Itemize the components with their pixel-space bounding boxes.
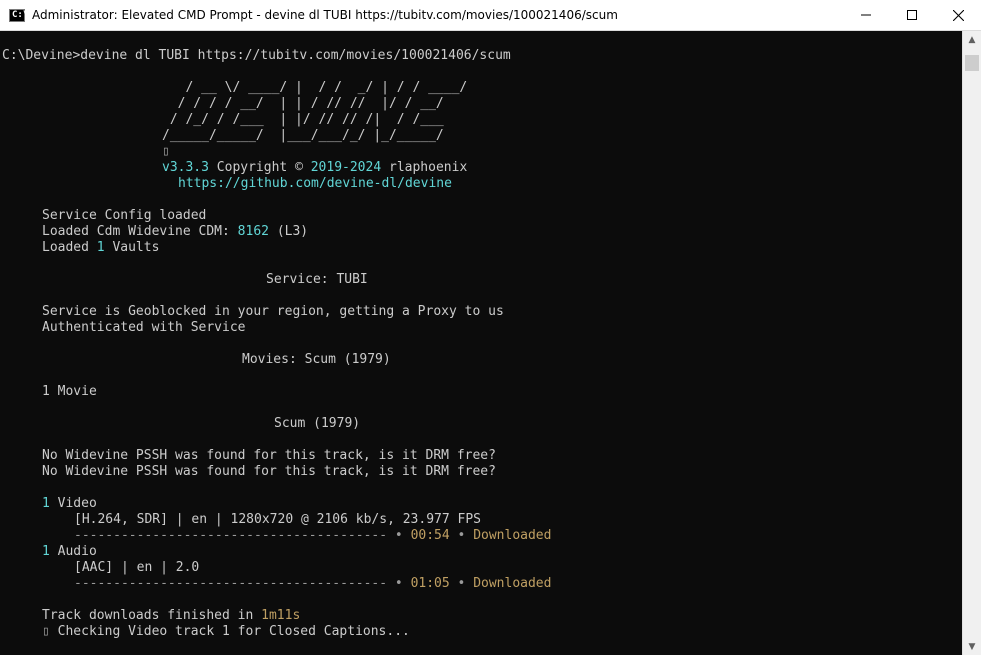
captions-text: Checking Video track 1 for Closed Captio… bbox=[57, 624, 410, 639]
console-output[interactable]: C:\Devine>devine dl TUBI https://tubitv.… bbox=[0, 31, 962, 655]
scrollbar-thumb[interactable] bbox=[965, 55, 979, 71]
audio-progress-line: ----------------------------------------… bbox=[74, 576, 551, 592]
vaults-line: Loaded 1 Vaults bbox=[42, 240, 159, 256]
pssh-warning-line: No Widevine PSSH was found for this trac… bbox=[42, 448, 496, 463]
close-button[interactable] bbox=[935, 0, 981, 30]
prompt-line: C:\Devine>devine dl TUBI https://tubitv.… bbox=[2, 48, 511, 63]
bullet-icon: • bbox=[457, 528, 466, 543]
video-track-count: 1 bbox=[42, 496, 50, 511]
finished-line: Track downloads finished in 1m11s bbox=[42, 608, 300, 624]
movie-count-line: 1 Movie bbox=[42, 384, 97, 399]
github-link[interactable]: https://github.com/devine-dl/devine bbox=[178, 176, 452, 192]
movies-heading: Movies: Scum (1979) bbox=[242, 352, 391, 367]
audio-track-detail: [AAC] | en | 2.0 bbox=[74, 560, 200, 575]
bullet-icon: • bbox=[394, 528, 403, 543]
service-heading: Service: TUBI bbox=[266, 272, 368, 287]
banner-glyph: ▯ bbox=[162, 144, 170, 159]
copyright-label: Copyright © bbox=[216, 160, 303, 175]
bullet-icon: • bbox=[457, 576, 466, 591]
vaults-prefix: Loaded bbox=[42, 240, 89, 255]
title-heading: Scum (1979) bbox=[274, 416, 361, 431]
video-track-header: 1 Video bbox=[42, 496, 97, 512]
video-download-time: 00:54 bbox=[410, 528, 450, 543]
cdm-line: Loaded Cdm Widevine CDM: 8162 (L3) bbox=[42, 224, 308, 240]
service-config-line: Service Config loaded bbox=[42, 208, 207, 223]
cdm-level: (L3) bbox=[276, 224, 309, 239]
audio-download-time: 01:05 bbox=[410, 576, 450, 591]
maximize-icon bbox=[907, 10, 917, 20]
vertical-scrollbar[interactable]: ▲ ▼ bbox=[962, 31, 981, 655]
banner-art-line: / / / / __/ | | / // // |/ / __/ bbox=[162, 96, 444, 111]
maximize-button[interactable] bbox=[889, 0, 935, 30]
bullet-icon: • bbox=[394, 576, 403, 591]
window-title: Administrator: Elevated CMD Prompt - dev… bbox=[32, 8, 618, 22]
scroll-up-icon[interactable]: ▲ bbox=[963, 31, 981, 48]
audio-track-header: 1 Audio bbox=[42, 544, 97, 560]
captions-line: ▯ Checking Video track 1 for Closed Capt… bbox=[42, 624, 410, 640]
authenticated-line: Authenticated with Service bbox=[42, 320, 246, 335]
cmd-window: C:\ Administrator: Elevated CMD Prompt -… bbox=[0, 0, 981, 655]
minimize-icon bbox=[861, 14, 871, 16]
audio-progress-bar: ---------------------------------------- bbox=[74, 576, 388, 591]
banner-art-line: / /_/ / /___ | |/ // // /| / /___ bbox=[162, 112, 444, 127]
title-bar[interactable]: C:\ Administrator: Elevated CMD Prompt -… bbox=[0, 0, 981, 31]
banner-art-line: /_____/_____/ |___/___/_/ |_/_____/ bbox=[162, 128, 444, 143]
finished-time: 1m11s bbox=[261, 608, 301, 623]
video-track-kind: Video bbox=[57, 496, 97, 511]
video-progress-line: ----------------------------------------… bbox=[74, 528, 551, 544]
cdm-prefix: Loaded Cdm Widevine CDM: bbox=[42, 224, 230, 239]
banner-art-line: / __ \/ ____/ | / / _/ | / / ____/ bbox=[162, 80, 468, 95]
version-text: v3.3.3 bbox=[162, 160, 209, 175]
audio-download-status: Downloaded bbox=[473, 576, 552, 591]
pssh-warning-line: No Widevine PSSH was found for this trac… bbox=[42, 464, 496, 479]
version-line: v3.3.3 Copyright © 2019-2024 rlaphoenix bbox=[162, 160, 467, 176]
vaults-suffix: Vaults bbox=[112, 240, 160, 255]
minimize-button[interactable] bbox=[843, 0, 889, 30]
video-track-detail: [H.264, SDR] | en | 1280x720 @ 2106 kb/s… bbox=[74, 512, 481, 527]
copyright-author: rlaphoenix bbox=[389, 160, 468, 175]
finished-prefix: Track downloads finished in bbox=[42, 608, 254, 623]
geoblock-line: Service is Geoblocked in your region, ge… bbox=[42, 304, 504, 319]
cdm-id: 8162 bbox=[237, 224, 269, 239]
audio-track-count: 1 bbox=[42, 544, 50, 559]
video-progress-bar: ---------------------------------------- bbox=[74, 528, 388, 543]
vaults-count: 1 bbox=[96, 240, 105, 255]
scroll-down-icon[interactable]: ▼ bbox=[963, 638, 981, 655]
video-download-status: Downloaded bbox=[473, 528, 552, 543]
copyright-years: 2019-2024 bbox=[310, 160, 382, 175]
cmd-icon[interactable]: C:\ bbox=[9, 9, 28, 22]
spinner-icon: ▯ bbox=[42, 624, 50, 639]
audio-track-kind: Audio bbox=[57, 544, 97, 559]
close-icon bbox=[952, 9, 964, 21]
